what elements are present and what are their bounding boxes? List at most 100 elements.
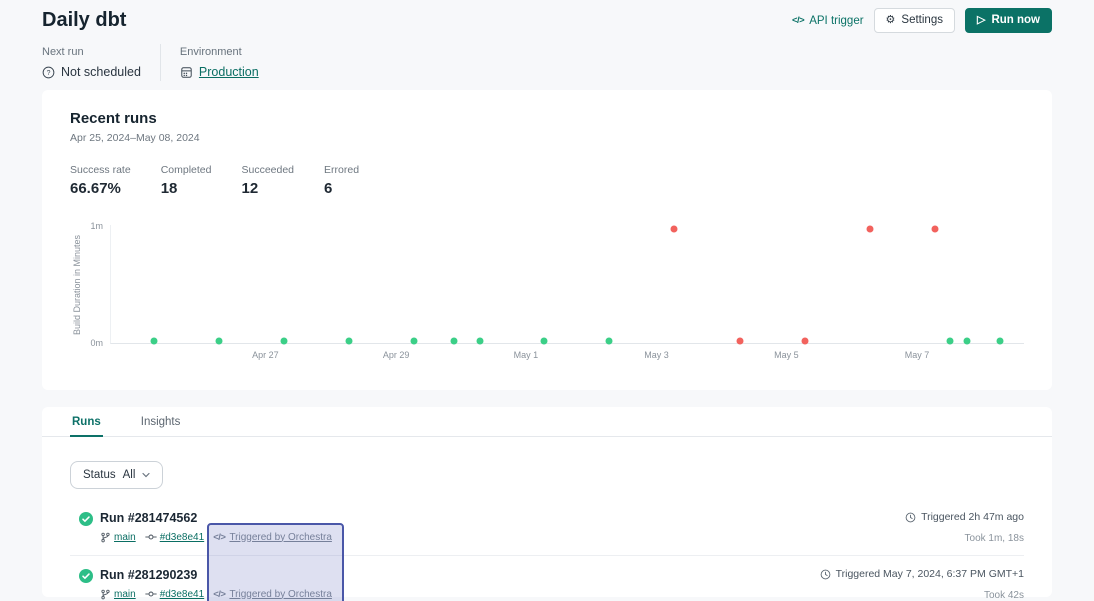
next-run-value-row: ? Not scheduled (42, 65, 141, 79)
chevron-down-icon (142, 472, 150, 478)
run-row[interactable]: Run #281474562 main (70, 509, 1024, 556)
run-info: Run #281290239 main (100, 568, 332, 601)
git-commit-icon (145, 588, 157, 600)
stat-value: 6 (324, 180, 370, 197)
branch-name[interactable]: main (114, 589, 136, 600)
api-trigger-button[interactable]: </> API trigger (792, 15, 864, 27)
git-branch-icon (100, 532, 111, 543)
page-title: Daily dbt (42, 9, 126, 32)
x-tick-label: Apr 27 (252, 350, 279, 360)
environment-database-icon (180, 66, 193, 79)
status-filter-dropdown[interactable]: Status All (70, 461, 163, 489)
stat-value: 66.67% (70, 180, 131, 197)
run-left: Run #281290239 main (79, 568, 332, 601)
run-sub-row: main #d3e8e41 </> Tr (100, 588, 332, 600)
commit-link[interactable]: #d3e8e41 (145, 588, 205, 600)
next-run-value: Not scheduled (61, 65, 141, 79)
data-point-error[interactable] (931, 225, 938, 232)
recent-runs-card: Recent runs Apr 25, 2024–May 08, 2024 Su… (42, 90, 1052, 390)
branch-link[interactable]: main (100, 532, 136, 543)
environment-label: Environment (180, 46, 259, 58)
run-sub-row: main #d3e8e41 </> Tr (100, 531, 332, 543)
trigger-link[interactable]: </> Triggered by Orchestra (213, 532, 332, 543)
commit-sha[interactable]: #d3e8e41 (160, 532, 205, 543)
run-title: Run #281474562 (100, 511, 332, 526)
x-tick-label: May 7 (905, 350, 930, 360)
status-filter-value: All (123, 469, 136, 481)
git-branch-icon (100, 589, 111, 600)
commit-sha[interactable]: #d3e8e41 (160, 589, 205, 600)
job-meta-row: Next run ? Not scheduled Environment Pro… (42, 44, 1052, 81)
run-info: Run #281474562 main (100, 511, 332, 544)
status-filter-label: Status (83, 469, 116, 481)
api-trigger-label: API trigger (809, 15, 863, 27)
y-axis-ticks: 1m 0m (84, 225, 110, 344)
trigger-label: Triggered by Orchestra (229, 589, 331, 600)
plot-column: Apr 27 Apr 29 May 1 May 3 May 5 May 7 (110, 225, 1024, 364)
code-icon: </> (792, 15, 804, 26)
run-title: Run #281290239 (100, 568, 332, 583)
tab-insights[interactable]: Insights (139, 407, 183, 436)
recent-runs-title: Recent runs (70, 110, 1024, 127)
x-tick-label: May 3 (644, 350, 669, 360)
run-row[interactable]: Run #281290239 main (70, 566, 1024, 601)
date-range: Apr 25, 2024–May 08, 2024 (70, 132, 1024, 144)
clock-icon (820, 569, 831, 580)
data-point-error[interactable] (671, 225, 678, 232)
stat-value: 18 (161, 180, 212, 197)
tab-runs[interactable]: Runs (70, 407, 103, 437)
x-axis-ticks: Apr 27 Apr 29 May 1 May 3 May 5 May 7 (110, 344, 1024, 364)
stat-value: 12 (241, 180, 294, 197)
triggered-text: Triggered May 7, 2024, 6:37 PM GMT+1 (836, 568, 1024, 580)
success-check-icon (79, 512, 93, 526)
x-tick-label: May 5 (774, 350, 799, 360)
environment-link[interactable]: Production (199, 65, 259, 79)
runs-card: Runs Insights Status All Run #281474562 (42, 407, 1052, 597)
duration-text: Took 42s (820, 590, 1024, 601)
commit-link[interactable]: #d3e8e41 (145, 531, 205, 543)
stat-completed: Completed 18 (161, 164, 212, 197)
stat-label: Success rate (70, 164, 131, 176)
environment-value-row: Production (180, 65, 259, 79)
stat-label: Succeeded (241, 164, 294, 176)
next-run-label: Next run (42, 46, 141, 58)
stat-succeeded: Succeeded 12 (241, 164, 294, 197)
branch-name[interactable]: main (114, 532, 136, 543)
y-tick-0m: 0m (90, 338, 103, 348)
stat-errored: Errored 6 (324, 164, 370, 197)
triggered-time: Triggered May 7, 2024, 6:37 PM GMT+1 (820, 568, 1024, 580)
data-point-error[interactable] (866, 225, 873, 232)
duration-text: Took 1m, 18s (905, 533, 1024, 544)
settings-button[interactable]: ⚙ Settings (874, 8, 955, 34)
x-tick-label: Apr 29 (383, 350, 410, 360)
build-duration-chart: Build Duration in Minutes 1m 0m Apr 27Ap… (70, 225, 1024, 364)
triggered-time: Triggered 2h 47m ago (905, 511, 1024, 523)
branch-link[interactable]: main (100, 589, 136, 600)
stat-success-rate: Success rate 66.67% (70, 164, 131, 197)
trigger-label: Triggered by Orchestra (229, 532, 331, 543)
runs-body: Status All Run #281474562 (42, 437, 1052, 601)
next-run-block: Next run ? Not scheduled (42, 44, 141, 81)
code-icon: </> (213, 532, 225, 543)
page-header: Daily dbt </> API trigger ⚙ Settings ▷ R… (42, 0, 1052, 36)
trigger-link[interactable]: </> Triggered by Orchestra (213, 589, 332, 600)
x-tick-label: May 1 (514, 350, 539, 360)
git-commit-icon (145, 531, 157, 543)
gear-icon: ⚙ (886, 15, 896, 26)
run-left: Run #281474562 main (79, 511, 332, 544)
y-axis-title: Build Duration in Minutes (70, 225, 84, 344)
question-circle-icon: ? (42, 66, 55, 79)
svg-text:?: ? (47, 70, 51, 77)
tab-bar: Runs Insights (42, 407, 1052, 437)
settings-label: Settings (901, 15, 943, 27)
stats-row: Success rate 66.67% Completed 18 Succeed… (70, 164, 1024, 197)
run-now-button[interactable]: ▷ Run now (965, 8, 1052, 34)
run-right: Triggered May 7, 2024, 6:37 PM GMT+1 Too… (820, 568, 1024, 601)
run-list: Run #281474562 main (70, 509, 1024, 601)
run-right: Triggered 2h 47m ago Took 1m, 18s (905, 511, 1024, 544)
stat-label: Errored (324, 164, 370, 176)
clock-icon (905, 512, 916, 523)
stat-label: Completed (161, 164, 212, 176)
success-check-icon (79, 569, 93, 583)
code-icon: </> (213, 589, 225, 600)
